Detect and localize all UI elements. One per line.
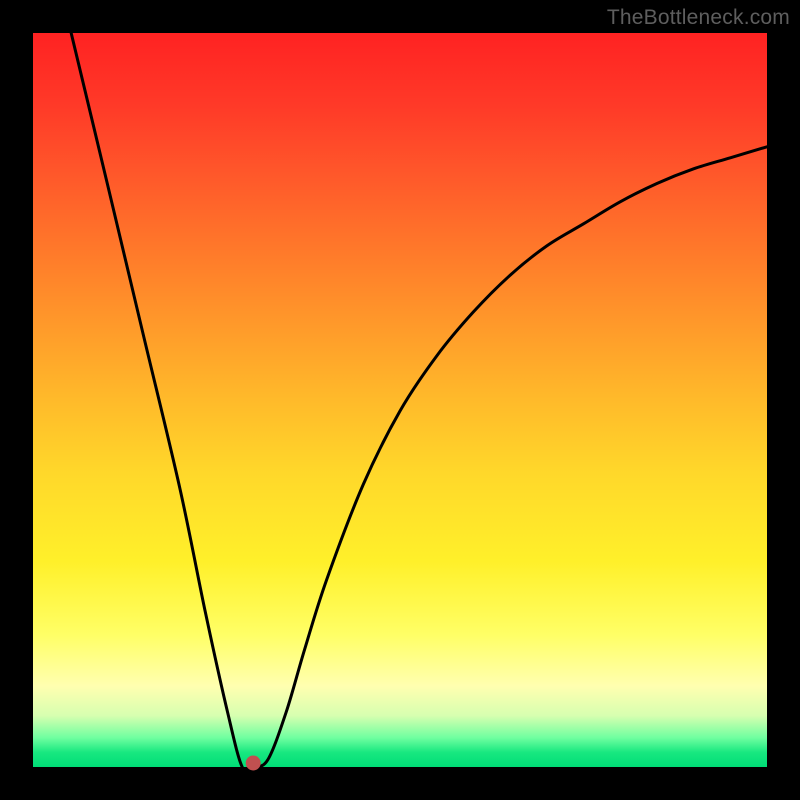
watermark-text: TheBottleneck.com [607,6,790,30]
chart-frame: TheBottleneck.com [0,0,800,800]
optimal-point-marker [246,756,260,770]
bottleneck-curve [71,33,767,771]
plot-area [33,33,767,767]
curve-svg [33,33,767,767]
